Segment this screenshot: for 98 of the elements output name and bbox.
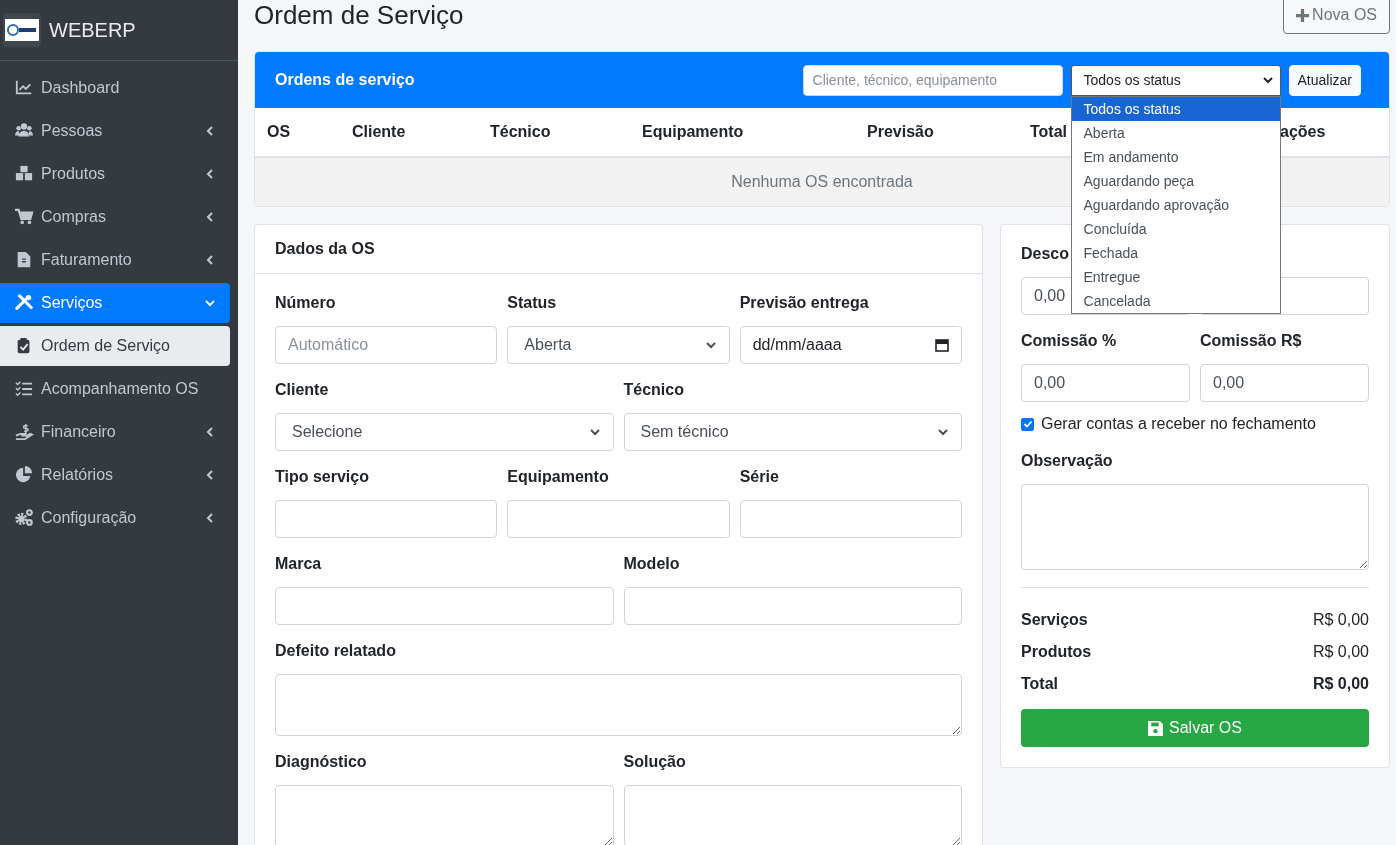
status-filter[interactable]: Todos os status [1070,64,1281,96]
chevron-left-icon [204,125,216,137]
logo-icon [3,13,41,47]
select-field[interactable]: Sem técnico [623,413,962,451]
new-os-button[interactable]: Nova OS [1283,0,1390,34]
column-header: Técnico [490,123,551,141]
hand-dollar-icon [14,423,34,441]
text-area[interactable] [275,785,614,845]
chevron-down-icon [937,426,949,438]
tools-icon [14,294,34,312]
field-label: Defeito relatado [275,642,396,661]
plus-icon [1296,8,1310,22]
chevron-down-icon [588,426,601,438]
field-label: Status [507,294,557,313]
total-label: Produtos [1021,643,1092,661]
dropdown-option[interactable]: Aberta [1071,120,1280,145]
chevron-left-icon [204,426,216,438]
select-field[interactable]: Aberta [507,326,730,364]
field-label: Desco [1021,245,1070,264]
chevron-down-icon [1261,74,1274,86]
field-label: Número [275,294,336,313]
input-field[interactable] [739,500,962,538]
menu-item[interactable]: Pessoas [0,111,230,151]
checkbox-label: Gerar contas a receber no fechamento [1041,415,1316,433]
check-icon [1022,419,1033,429]
gears-icon [14,509,34,527]
chevron-left-icon [204,211,216,223]
field-label: Marca [275,555,322,574]
field-label: Equipamento [507,468,609,487]
menu-item[interactable]: Dashboard [0,68,230,108]
chevron-left-icon [204,168,216,180]
text-area[interactable] [623,785,962,845]
menu-item[interactable]: Financeiro [0,412,230,452]
chart-icon [14,79,34,97]
dropdown-option[interactable]: Aguardando peça [1071,168,1280,193]
total-value: R$ 0,00 [1312,675,1369,693]
column-header: OS [267,123,291,141]
pie-chart-icon [14,466,34,484]
menu-item[interactable]: Configuração [0,498,230,538]
dropdown-option[interactable]: Entregue [1071,264,1280,289]
dropdown-option[interactable]: Fechada [1071,240,1280,265]
search-field[interactable]: Cliente, técnico, equipamento [802,64,1063,96]
chevron-left-icon [204,254,216,266]
total-value: R$ 0,00 [1312,643,1369,661]
field-label: Diagnóstico [275,753,367,772]
dropdown-option[interactable]: Todos os status [1071,96,1280,121]
input-field[interactable] [275,500,498,538]
input-field[interactable] [507,500,730,538]
field-label: Tipo serviço [275,468,369,487]
column-header: ações [1280,123,1326,141]
submenu-item[interactable]: Ordem de Serviço [0,326,230,366]
input-field[interactable] [275,587,614,625]
field-label: Previsão entrega [739,294,869,313]
dropdown-option[interactable]: Concluída [1071,216,1280,241]
chevron-down-icon [704,339,717,351]
menu-item[interactable]: Relatórios [0,455,230,495]
chevron-left-icon [204,512,216,524]
card-title: Ordens de serviço [275,71,415,89]
total-label: Serviços [1021,611,1088,629]
input-field[interactable]: 0,00 [1200,364,1369,402]
column-header: Equipamento [642,123,744,141]
field-label: Comissão R$ [1200,332,1302,351]
input-field[interactable]: Automático [275,326,498,364]
field-label: Solução [623,753,686,772]
menu-item[interactable]: Produtos [0,154,230,194]
card-title: Dados da OS [275,240,375,258]
text-area[interactable] [1021,484,1369,570]
calendar-icon [935,338,949,352]
checkbox[interactable] [1021,417,1034,431]
boxes-icon [14,165,34,183]
select-field[interactable]: Selecione [275,413,614,451]
page-title: Ordem de Serviço [254,0,464,30]
date-field[interactable]: dd/mm/aaaa [739,326,962,364]
input-field[interactable] [623,587,962,625]
column-header: Previsão [867,123,934,141]
column-header: Cliente [352,123,406,141]
checklist-icon [14,380,34,398]
column-header: Total [1030,123,1068,141]
field-label: Cliente [275,381,329,400]
chevron-down-icon [204,297,216,309]
total-label: Total [1021,675,1059,693]
menu-item[interactable]: Compras [0,197,230,237]
menu-item[interactable]: Faturamento [0,240,230,280]
refresh-button[interactable]: Atualizar [1288,64,1361,96]
text-area[interactable] [275,674,962,736]
menu-item[interactable]: Serviços [0,283,230,323]
field-label: Observação [1021,452,1113,471]
total-value: R$ 0,00 [1312,611,1369,629]
input-field[interactable]: 0,00 [1021,364,1190,402]
field-label: Técnico [623,381,684,400]
submenu-item[interactable]: Acompanhamento OS [0,369,230,409]
field-label: Série [739,468,779,487]
dropdown-option[interactable]: Cancelada [1071,288,1280,313]
field-label: Modelo [623,555,680,574]
cart-icon [14,208,34,226]
field-label: Comissão % [1021,332,1117,351]
chevron-left-icon [204,469,216,481]
brand-name: WEBERP [49,18,136,42]
